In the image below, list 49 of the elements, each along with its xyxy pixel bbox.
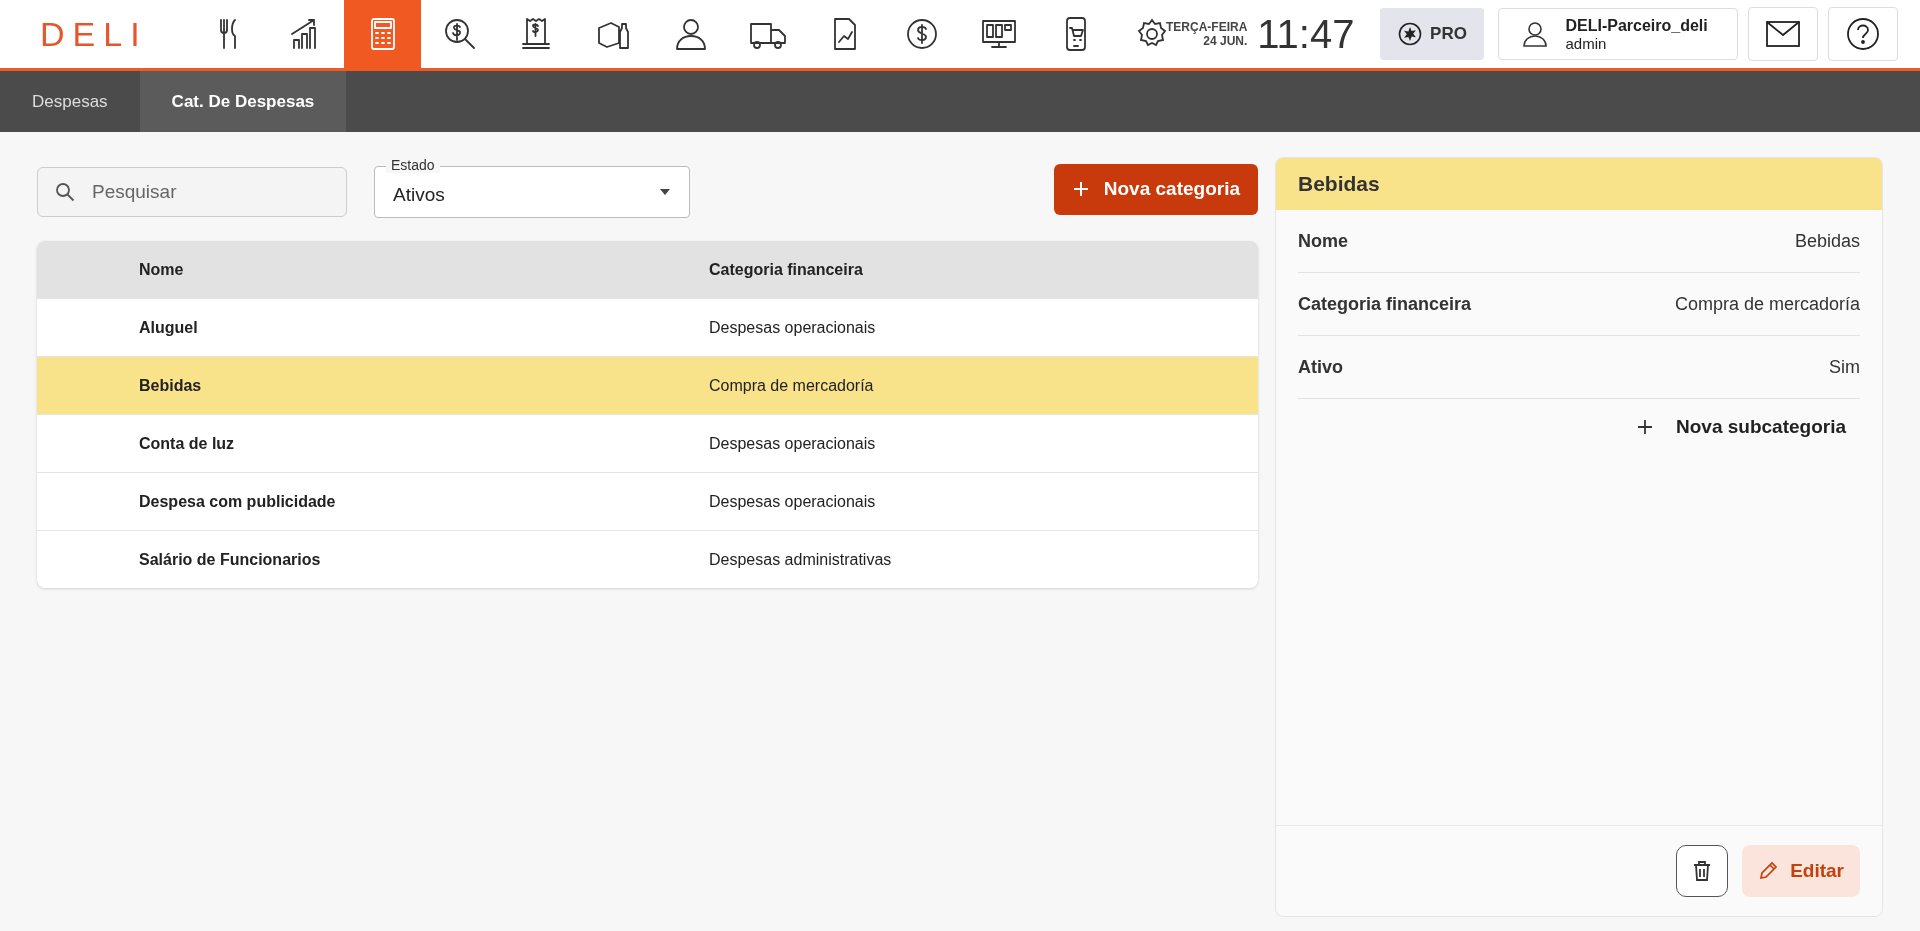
category-cell-text: Despesas operacionais (709, 318, 877, 337)
user-name: DELI-Parceiro_deli (1565, 16, 1708, 35)
pencil-icon (1758, 861, 1779, 881)
logo: DELI (40, 14, 149, 54)
plus-icon (1071, 180, 1090, 198)
field-label: Nome (1298, 230, 1348, 252)
name-cell-text: Bebidas (139, 376, 203, 395)
pro-badge[interactable]: PRO (1380, 8, 1485, 60)
field-label: Ativo (1298, 356, 1343, 378)
search-field[interactable]: Pesquisar (37, 167, 347, 217)
table-row[interactable]: Salário de Funcionarios Despesas administrativas (37, 530, 1258, 588)
new-category-button[interactable]: Nova categoria (1053, 163, 1258, 215)
plus-icon (1636, 418, 1654, 436)
search-icon (55, 182, 75, 202)
table-row[interactable]: Despesa com publicidade Despesas operacionais (37, 472, 1258, 530)
user-role: admin (1565, 34, 1608, 52)
category-cell-text: Despesas operacionais (709, 434, 877, 453)
category-cell-text: Despesas administrativas (709, 550, 893, 569)
mail-button[interactable] (1748, 7, 1819, 61)
user-menu[interactable]: DELI-Parceiro_deli admin (1498, 8, 1739, 60)
field-label: Estado (386, 157, 440, 173)
help-icon (1846, 17, 1881, 51)
new-subcategory-button[interactable]: Nova subcategoria (1630, 415, 1852, 439)
name-cell-text: Despesa com publicidade (139, 492, 337, 511)
panel-title: Bebidas (1276, 158, 1882, 210)
field-value: Compra de mercadoría (1674, 293, 1860, 315)
name-cell-text: Salário de Funcionarios (139, 550, 322, 569)
name-cell-text: Conta de luz (139, 434, 236, 453)
category-cell-text: Despesas operacionais (709, 492, 877, 511)
tab[interactable]: Despesas (0, 71, 140, 132)
help-button[interactable] (1828, 7, 1899, 61)
clock-time: 11:47 (1257, 11, 1355, 57)
date-label: 24 JUN. (1203, 34, 1248, 48)
table-row[interactable]: Conta de luz Despesas operacionais (37, 414, 1258, 472)
caret-icon (659, 188, 671, 196)
delete-button[interactable] (1676, 845, 1729, 897)
category-cell-text: Compra de mercadoría (709, 376, 875, 395)
column-header: Categoria financeira (709, 260, 864, 279)
table-row[interactable]: Bebidas Compra de mercadoría (37, 356, 1258, 414)
field-value: Bebidas (1794, 230, 1860, 252)
envelope-icon (1766, 21, 1801, 47)
edit-button[interactable]: Editar (1742, 845, 1860, 897)
weekday-label: TERÇA-FEIRA (1166, 20, 1248, 34)
field-label: Categoria financeira (1298, 293, 1472, 315)
trash-icon (1693, 861, 1712, 881)
tab[interactable]: Cat. De Despesas (139, 71, 347, 132)
column-header: Nome (139, 260, 185, 279)
field-value: Sim (1829, 356, 1860, 378)
name-cell-text: Aluguel (139, 318, 199, 337)
